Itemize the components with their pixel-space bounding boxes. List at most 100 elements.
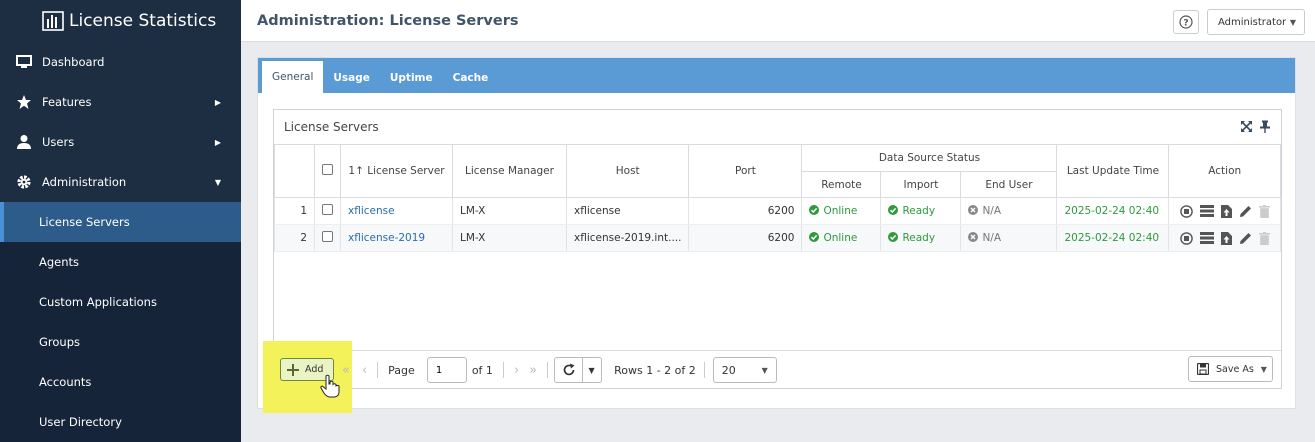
column-header-license-server[interactable]: 1↑ License Server (340, 144, 453, 198)
user-menu-button[interactable]: Administrator ▼ (1207, 9, 1305, 35)
row-number: 1 (274, 197, 315, 225)
remote-status-text: Online (823, 205, 858, 217)
server-icon[interactable] (1199, 205, 1214, 217)
server-icon[interactable] (1199, 232, 1214, 244)
sidebar-item-dashboard[interactable]: Dashboard (0, 42, 241, 82)
question-icon: ? (1179, 15, 1193, 29)
user-menu-label: Administrator (1218, 16, 1287, 28)
next-page-icon[interactable]: › (514, 363, 519, 378)
trash-icon[interactable] (1258, 204, 1270, 218)
license-server-link[interactable]: xflicense-2019 (340, 224, 453, 252)
sidebar-subitem-custom-applications[interactable]: Custom Applications (0, 282, 241, 322)
svg-text:?: ? (1183, 19, 1188, 29)
chevron-down-icon: ▼ (214, 177, 221, 187)
tab-usage[interactable]: Usage (323, 63, 380, 93)
gear-icon (15, 174, 33, 190)
pencil-icon[interactable] (1239, 205, 1252, 218)
action-cell (1168, 197, 1281, 225)
end-user-status-text: N/A (982, 205, 1002, 217)
remote-status-cell: Online (801, 197, 882, 225)
help-button[interactable]: ? (1173, 10, 1199, 34)
import-status-text: Ready (902, 205, 936, 217)
sidebar-item-label: Users (42, 135, 75, 149)
chevron-right-icon: ▶ (214, 137, 221, 147)
tab-general[interactable]: General (262, 61, 324, 93)
refresh-button[interactable]: ▼ (554, 357, 603, 383)
save-as-button[interactable]: Save As ▼ (1188, 356, 1273, 382)
sidebar-item-features[interactable]: Features ▶ (0, 82, 241, 122)
sidebar-subitem-groups[interactable]: Groups (0, 322, 241, 362)
page-number-input[interactable] (426, 357, 467, 383)
app-logo[interactable]: License Statistics (0, 0, 241, 42)
import-status-cell: Ready (880, 224, 962, 252)
stop-icon[interactable] (1179, 231, 1193, 245)
pagination: « ‹ Page of 1 › » ▼ Rows 1 - 2 of 2 20 ▼ (342, 357, 777, 383)
caret-down-icon[interactable]: ▼ (589, 366, 595, 375)
remote-status-cell: Online (801, 224, 882, 252)
column-header-host[interactable]: Host (565, 144, 690, 198)
previous-page-icon[interactable]: ‹ (362, 363, 367, 378)
first-page-icon[interactable]: « (342, 363, 350, 378)
table-row[interactable]: 2 xflicense-2019 LM-X xflicense-2019.int… (274, 224, 1281, 252)
sidebar-item-administration[interactable]: Administration ▼ (0, 162, 241, 202)
last-page-icon[interactable]: » (529, 363, 537, 378)
upload-file-icon[interactable] (1220, 231, 1232, 245)
end-user-status-text: N/A (982, 232, 1002, 244)
upload-file-icon[interactable] (1220, 204, 1232, 218)
column-header-port[interactable]: Port (688, 144, 803, 198)
select-all-header (314, 144, 341, 198)
host-cell: xflicense-2019.int.... (565, 224, 690, 252)
row-select-cell (314, 197, 341, 225)
column-header-action: Action (1168, 144, 1281, 198)
tab-cache[interactable]: Cache (443, 63, 499, 93)
save-icon (1197, 363, 1209, 375)
divider (502, 362, 504, 378)
refresh-icon (563, 363, 575, 376)
trash-icon[interactable] (1258, 231, 1270, 245)
column-header-license-manager[interactable]: License Manager (452, 144, 567, 198)
user-icon (15, 134, 33, 150)
page-size-select[interactable]: 20 ▼ (712, 357, 777, 383)
sidebar-subitem-license-servers[interactable]: License Servers (0, 202, 241, 242)
stop-icon[interactable] (1179, 204, 1193, 218)
page-label: Page (388, 363, 415, 377)
divider (547, 362, 549, 378)
import-status-text: Ready (902, 232, 936, 244)
license-manager-cell: LM-X (452, 197, 567, 225)
sidebar-subitem-user-directory[interactable]: User Directory (0, 402, 241, 442)
column-header-remote[interactable]: Remote (801, 171, 882, 198)
action-cell (1168, 224, 1281, 252)
sidebar-item-label: Features (42, 95, 92, 109)
sidebar-item-users[interactable]: Users ▶ (0, 122, 241, 162)
expand-icon[interactable] (1240, 120, 1253, 133)
row-checkbox[interactable] (322, 231, 333, 242)
save-as-label: Save As (1216, 363, 1254, 375)
divider (703, 362, 705, 378)
row-checkbox[interactable] (322, 204, 333, 215)
last-update-cell: 2025-02-24 02:40 (1056, 224, 1170, 252)
sidebar-subitem-accounts[interactable]: Accounts (0, 362, 241, 402)
license-server-link[interactable]: xflicense (340, 197, 453, 225)
panel-title: License Servers (284, 120, 379, 134)
host-cell: xflicense (565, 197, 690, 225)
divider (581, 358, 583, 382)
monitor-icon (15, 54, 33, 70)
sidebar-subitem-agents[interactable]: Agents (0, 242, 241, 282)
table-row[interactable]: 1 xflicense LM-X xflicense 6200 Online R… (274, 197, 1281, 225)
pencil-icon[interactable] (1239, 232, 1252, 245)
select-all-checkbox[interactable] (322, 164, 333, 175)
hand-cursor-icon (320, 374, 340, 398)
license-servers-table: 1↑ License Server License Manager Host P… (274, 144, 1281, 252)
page-size-value: 20 (721, 363, 736, 377)
port-cell: 6200 (688, 224, 803, 252)
panel-tools (1240, 120, 1271, 133)
row-select-cell (314, 224, 341, 252)
column-header-end-user[interactable]: End User (960, 171, 1058, 198)
sidebar: License Statistics Dashboard Features ▶ … (0, 0, 241, 442)
tab-uptime[interactable]: Uptime (380, 63, 443, 93)
column-header-last-update-time[interactable]: Last Update Time (1056, 144, 1170, 198)
column-header-import[interactable]: Import (880, 171, 962, 198)
sidebar-item-label: Administration (42, 175, 127, 189)
pin-icon[interactable] (1259, 120, 1271, 133)
x-circle-icon (968, 204, 979, 218)
